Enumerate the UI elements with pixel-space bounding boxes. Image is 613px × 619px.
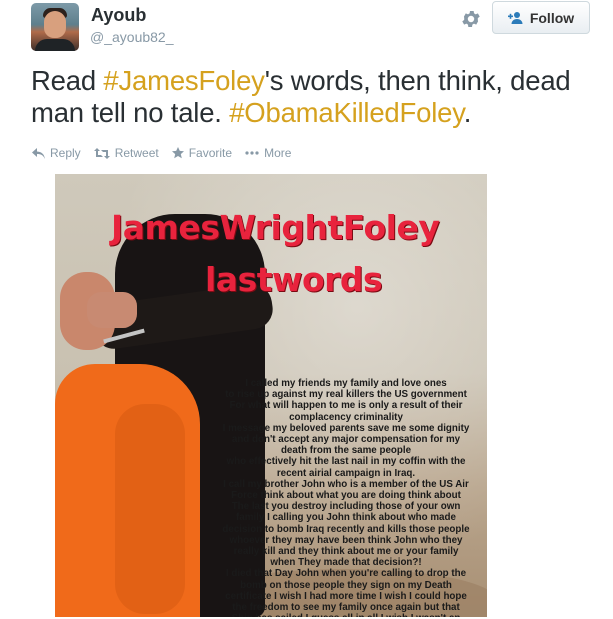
add-user-icon xyxy=(507,11,523,24)
more-button[interactable]: More xyxy=(245,146,291,160)
image-title-line1: JamesWrightFoley xyxy=(111,208,440,247)
favorite-label: Favorite xyxy=(188,146,233,160)
retweet-button[interactable]: Retweet xyxy=(93,146,159,160)
follow-button[interactable]: Follow xyxy=(492,1,590,34)
tweet-text-part1: Read xyxy=(31,65,104,96)
jumpsuit-shadow xyxy=(115,404,185,614)
tweet-text-part3: . xyxy=(463,97,472,128)
image-statement-text: I called my friends my family and love o… xyxy=(222,378,470,617)
more-label: More xyxy=(264,146,292,160)
tweet-media-image[interactable]: JamesWrightFoley lastwords I called my f… xyxy=(55,174,487,617)
ellipsis-icon xyxy=(245,151,259,155)
follow-label: Follow xyxy=(529,9,575,26)
reply-icon xyxy=(32,147,45,159)
gear-icon[interactable] xyxy=(460,8,482,30)
gripping-hand xyxy=(87,292,137,328)
tweet-actions: Reply Retweet Favorite More xyxy=(32,146,304,160)
avatar[interactable] xyxy=(31,3,79,51)
user-handle[interactable]: @_ayoub82_ xyxy=(90,29,174,45)
favorite-button[interactable]: Favorite xyxy=(171,146,233,160)
reply-label: Reply xyxy=(50,146,81,160)
hashtag-obamakilledfoley[interactable]: #ObamaKilledFoley xyxy=(229,97,464,128)
tweet-text: Read #JamesFoley's words, then think, de… xyxy=(31,65,606,129)
star-icon xyxy=(171,147,184,159)
retweet-icon xyxy=(93,147,110,159)
avatar-face xyxy=(44,11,66,38)
reply-button[interactable]: Reply xyxy=(32,146,81,160)
avatar-shirt xyxy=(35,39,75,51)
image-title-line2: lastwords xyxy=(205,260,383,299)
hashtag-jamesfoley[interactable]: #JamesFoley xyxy=(103,65,265,96)
user-name[interactable]: Ayoub xyxy=(91,5,146,26)
retweet-label: Retweet xyxy=(114,146,159,160)
